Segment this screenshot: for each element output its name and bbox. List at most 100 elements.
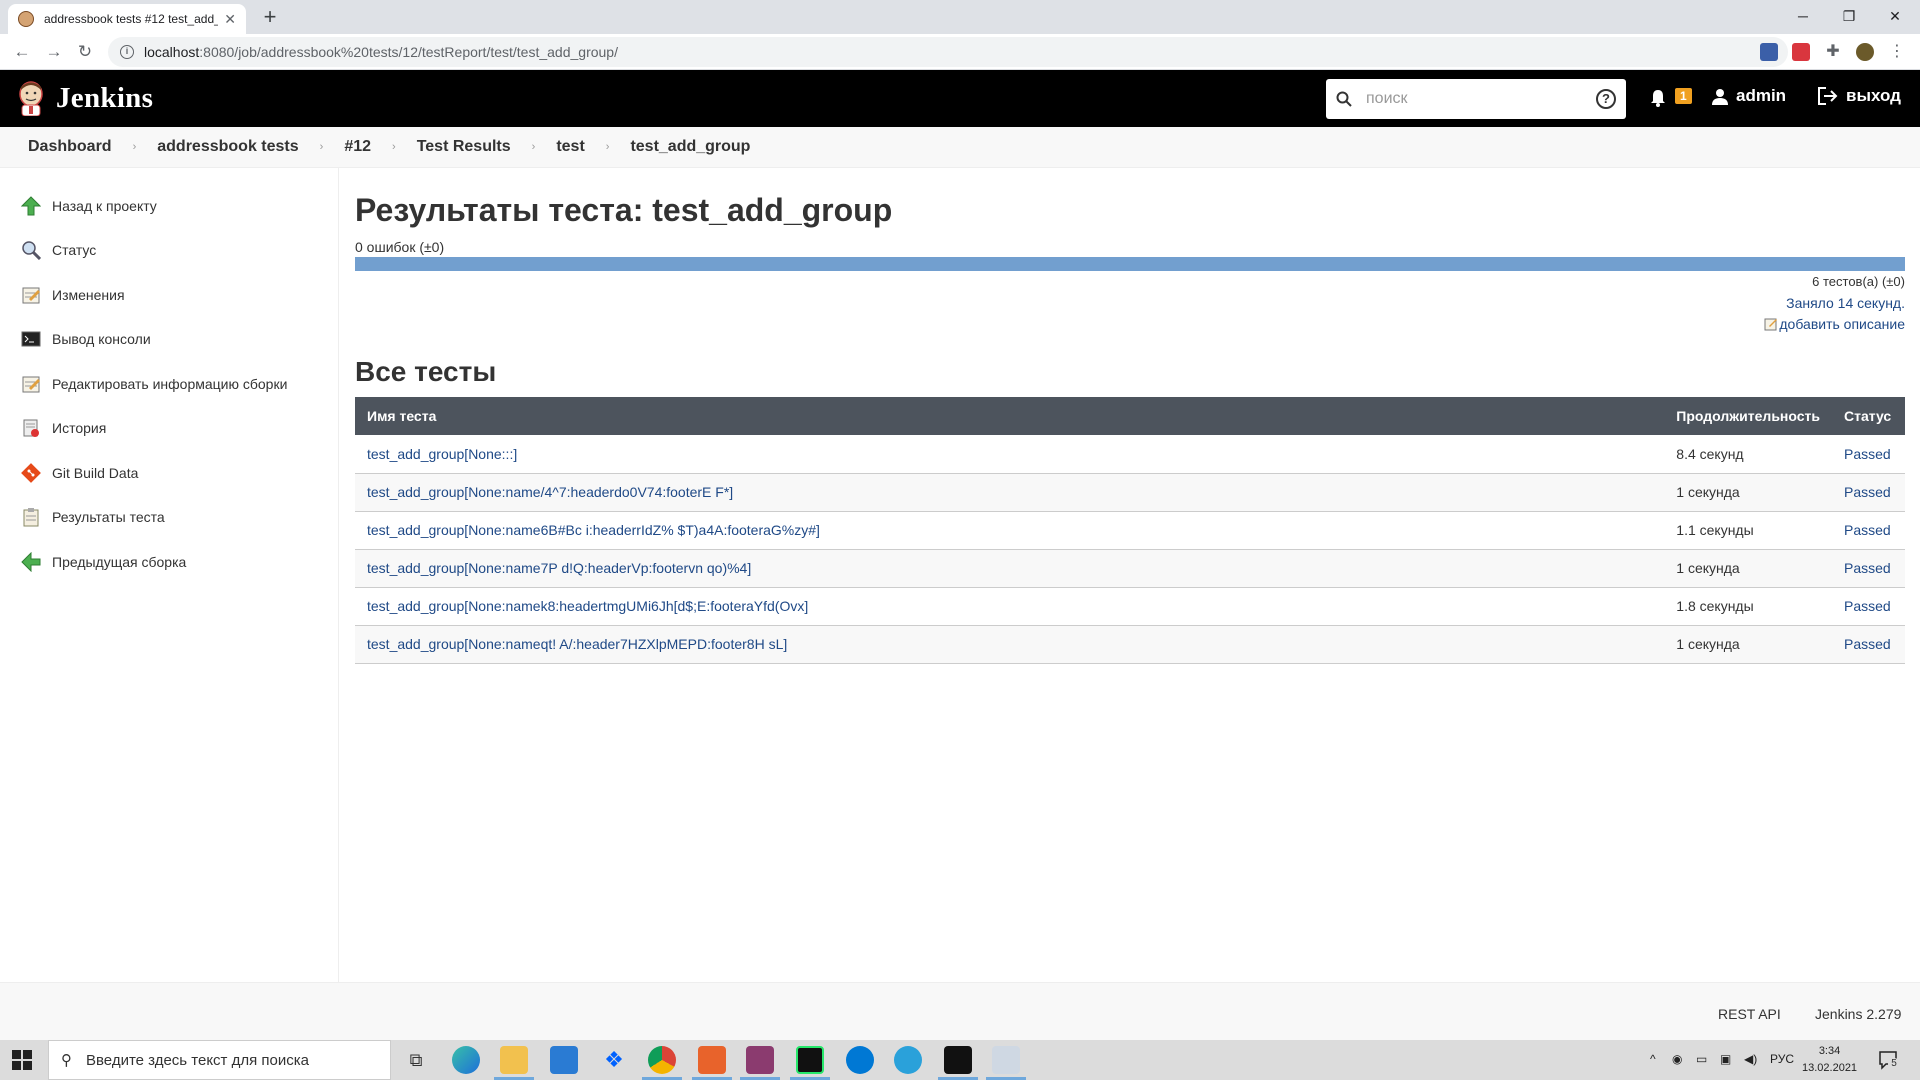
tray-clock[interactable]: 3:34 13.02.2021 — [1802, 1043, 1857, 1077]
task-changes[interactable]: Изменения — [20, 283, 125, 307]
telegram-icon[interactable] — [894, 1046, 922, 1074]
tray-chevron-icon[interactable]: ^ — [1650, 1052, 1656, 1066]
jenkins-footer: REST API Jenkins 2.279 — [0, 982, 1920, 1040]
bell-icon[interactable] — [1648, 88, 1668, 108]
column-header-status[interactable]: Статус — [1832, 397, 1905, 435]
test-status-link[interactable]: Passed — [1832, 549, 1905, 588]
browser-toolbar: ← → ↻ i localhost:8080/job/addressbook%2… — [0, 34, 1920, 70]
mail-icon[interactable] — [550, 1046, 578, 1074]
took-link[interactable]: Заняло 14 секунд. — [1786, 295, 1905, 311]
tray-language[interactable]: РУС — [1770, 1052, 1794, 1066]
skype-icon[interactable] — [846, 1046, 874, 1074]
task-status[interactable]: Статус — [20, 238, 96, 262]
xampp-icon[interactable] — [698, 1046, 726, 1074]
jenkins-logo-icon[interactable] — [16, 80, 46, 116]
paint-icon[interactable] — [992, 1046, 1020, 1074]
test-name-link[interactable]: test_add_group[None:nameqt! A/:header7HZ… — [355, 625, 1665, 664]
task-edit-build-info[interactable]: Редактировать информацию сборки — [20, 372, 287, 396]
task-test-results[interactable]: Результаты теста — [20, 505, 165, 529]
breadcrumb-chevron-icon[interactable]: › — [392, 141, 396, 153]
action-center-icon[interactable]: 5 — [1878, 1050, 1900, 1070]
task-git-build-data[interactable]: Git Build Data — [20, 461, 138, 485]
test-name-link[interactable]: test_add_group[None:name6B#Bc i:headerrI… — [355, 511, 1665, 550]
taskbar-search-box[interactable]: ⚲ Введите здесь текст для поиска — [48, 1040, 391, 1080]
breadcrumb-chevron-icon[interactable]: › — [320, 141, 324, 153]
archiver-icon[interactable] — [746, 1046, 774, 1074]
test-status-link[interactable]: Passed — [1832, 587, 1905, 626]
tray-volume-icon[interactable]: ◀) — [1744, 1052, 1757, 1066]
jenkins-version-link[interactable]: Jenkins 2.279 — [1815, 1006, 1901, 1022]
action-center-count: 5 — [1888, 1058, 1900, 1070]
chrome-icon[interactable] — [648, 1046, 676, 1074]
file-explorer-icon[interactable] — [500, 1046, 528, 1074]
tab-close-icon[interactable]: ✕ — [224, 11, 236, 28]
url-path: :8080/job/addressbook%20tests/12/testRep… — [199, 44, 618, 60]
reload-icon[interactable]: ↻ — [73, 40, 97, 64]
site-info-icon[interactable]: i — [120, 45, 134, 59]
search-input[interactable] — [1366, 90, 1596, 108]
breadcrumb-package[interactable]: test — [556, 138, 584, 156]
tray-network-icon[interactable]: ▣ — [1720, 1052, 1731, 1066]
browser-menu-icon[interactable]: ⋮ — [1888, 43, 1906, 61]
breadcrumb-chevron-icon[interactable]: › — [133, 141, 137, 153]
profile-avatar-icon[interactable] — [1856, 43, 1874, 61]
table-row: test_add_group[None:name/4^7:headerdo0V7… — [355, 473, 1905, 512]
test-name-link[interactable]: test_add_group[None:::] — [355, 435, 1665, 474]
dropbox-icon[interactable]: ❖ — [600, 1046, 628, 1074]
task-label: Назад к проекту — [52, 198, 157, 214]
edit-icon — [1764, 318, 1778, 331]
test-status-link[interactable]: Passed — [1832, 473, 1905, 512]
table-row: test_add_group[None:namek8:headertmgUMi6… — [355, 587, 1905, 626]
terminal-app-icon[interactable] — [944, 1046, 972, 1074]
task-history[interactable]: История — [20, 416, 106, 440]
minimize-icon[interactable]: ─ — [1780, 3, 1826, 29]
test-name-link[interactable]: test_add_group[None:namek8:headertmgUMi6… — [355, 587, 1665, 626]
jenkins-header: Jenkins ? 1 admin выход — [0, 70, 1920, 127]
user-link[interactable]: admin — [1712, 86, 1786, 106]
test-result-bar — [355, 257, 1905, 271]
git-icon — [20, 462, 42, 484]
breadcrumb-test-results[interactable]: Test Results — [417, 138, 511, 156]
column-header-test-name[interactable]: Имя теста — [355, 397, 1665, 435]
test-name-link[interactable]: test_add_group[None:name7P d!Q:headerVp:… — [355, 549, 1665, 588]
jenkins-brand[interactable]: Jenkins — [56, 82, 153, 115]
breadcrumb-chevron-icon[interactable]: › — [606, 141, 610, 153]
test-status-link[interactable]: Passed — [1832, 625, 1905, 664]
rest-api-link[interactable]: REST API — [1718, 1006, 1781, 1022]
side-panel: Назад к проекту Статус Изменения Вывод к… — [0, 168, 339, 982]
help-icon[interactable]: ? — [1596, 89, 1616, 109]
tray-antivirus-icon[interactable]: ◉ — [1672, 1052, 1682, 1066]
breadcrumb-build[interactable]: #12 — [344, 138, 371, 156]
back-icon[interactable]: ← — [10, 40, 34, 64]
pycharm-icon[interactable] — [796, 1046, 824, 1074]
test-duration: 8.4 секунд — [1664, 435, 1832, 474]
task-back-to-project[interactable]: Назад к проекту — [20, 194, 157, 218]
breadcrumb-dashboard[interactable]: Dashboard — [28, 138, 112, 156]
browser-tab[interactable]: addressbook tests #12 test_add_ ✕ — [8, 4, 246, 34]
restore-icon[interactable]: ❐ — [1826, 3, 1872, 29]
task-previous-build[interactable]: Предыдущая сборка — [20, 550, 186, 574]
breadcrumb-chevron-icon[interactable]: › — [532, 141, 536, 153]
extension-red-icon[interactable] — [1792, 43, 1810, 61]
add-description-link[interactable]: добавить описание — [1764, 316, 1905, 332]
address-bar[interactable]: i localhost:8080/job/addressbook%20tests… — [108, 37, 1788, 67]
test-name-link[interactable]: test_add_group[None:name/4^7:headerdo0V7… — [355, 473, 1665, 512]
extension-icon[interactable] — [1760, 43, 1778, 61]
notification-badge[interactable]: 1 — [1675, 88, 1692, 104]
forward-icon[interactable]: → — [42, 40, 66, 64]
extensions-puzzle-icon[interactable]: ✚ — [1824, 43, 1842, 61]
test-status-link[interactable]: Passed — [1832, 435, 1905, 474]
tray-battery-icon[interactable]: ▭ — [1696, 1052, 1707, 1066]
test-status-link[interactable]: Passed — [1832, 511, 1905, 550]
logout-link[interactable]: выход — [1818, 86, 1901, 106]
new-tab-icon[interactable]: + — [258, 4, 282, 30]
windows-start-icon[interactable] — [12, 1050, 32, 1070]
breadcrumb-job[interactable]: addressbook tests — [157, 138, 298, 156]
breadcrumb-class[interactable]: test_add_group — [630, 138, 750, 156]
task-label: Git Build Data — [52, 465, 139, 481]
task-view-icon[interactable]: ⧉ — [402, 1046, 430, 1074]
window-close-icon[interactable]: ✕ — [1872, 3, 1918, 29]
column-header-duration[interactable]: Продолжительность — [1664, 397, 1832, 435]
edge-icon[interactable] — [452, 1046, 480, 1074]
task-console-output[interactable]: Вывод консоли — [20, 327, 151, 351]
